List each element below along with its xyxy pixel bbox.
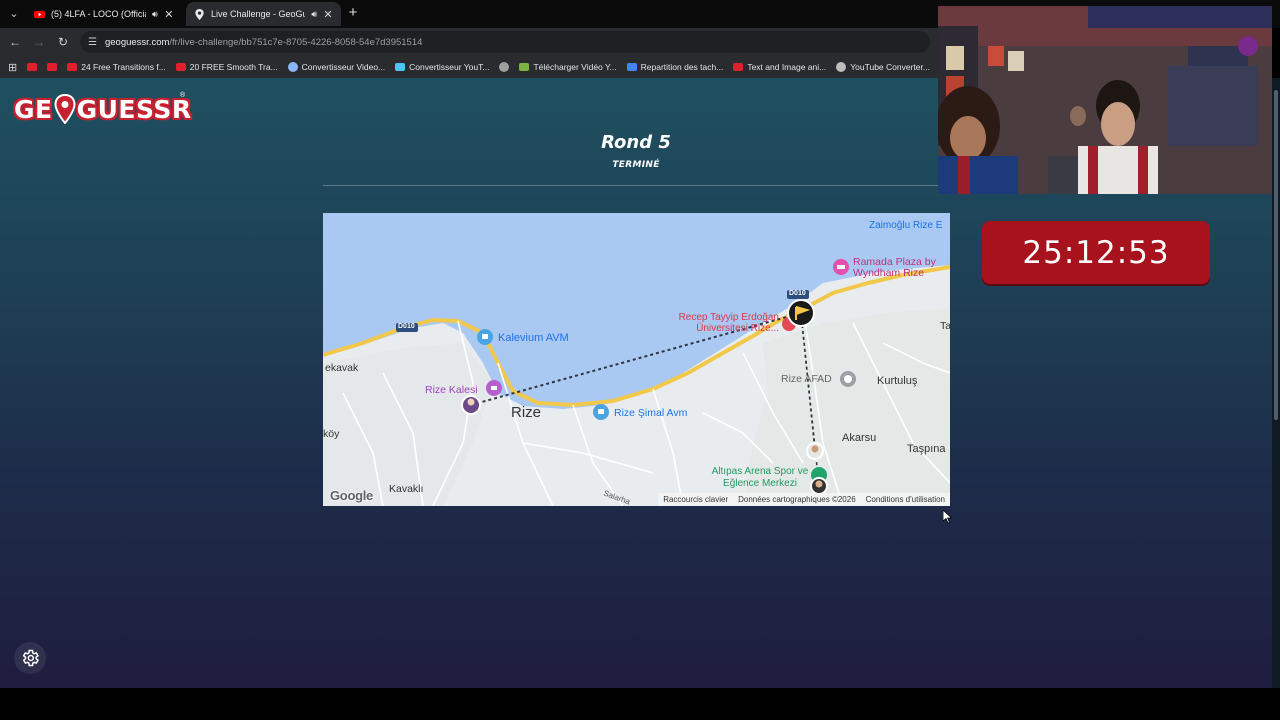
map-label: Taşpına: [907, 443, 946, 455]
taskbar-area: [0, 688, 1280, 720]
geoguessr-pin-icon: [195, 8, 204, 20]
divider: [323, 185, 950, 186]
bookmark-item[interactable]: [47, 63, 58, 71]
screen: ⌄ (5) 4LFA - LOCO (Official Vi 🔊︎ ✕ Live…: [0, 0, 1280, 720]
map-label: Rize Şimal Avm: [614, 407, 688, 419]
globe-icon: [499, 62, 510, 72]
scrollbar-thumb[interactable]: [1274, 90, 1278, 420]
bookmark-label: Convertisseur YouT...: [409, 62, 490, 72]
bookmark-label: Text and Image ani...: [747, 62, 827, 72]
terms-link[interactable]: Conditions d'utilisation: [866, 495, 945, 504]
url-path: /fr/live-challenge/bb751c7e-8705-4226-80…: [169, 36, 423, 48]
map-label: köy: [323, 428, 340, 440]
map-label: Rize Kalesi: [425, 384, 478, 396]
map-label: Altıpas Arena Spor ve Eğlence Merkezi: [711, 466, 809, 489]
bookmark-item[interactable]: Télécharger Vidéo Y...: [519, 62, 617, 72]
map-label: Recep Tayyip Erdoğan Üniversitesi Rize..…: [678, 312, 779, 334]
tab-youtube[interactable]: (5) 4LFA - LOCO (Official Vi 🔊︎ ✕: [26, 2, 182, 26]
bookmark-item[interactable]: Convertisseur YouT...: [395, 62, 489, 72]
converter-icon: [395, 63, 406, 71]
map-data-text: Données cartographiques ©2026: [738, 495, 856, 504]
map-label: ekavak: [325, 362, 359, 374]
url-field[interactable]: ☰ geoguessr.com/fr/live-challenge/bb751c…: [80, 31, 930, 53]
map-label: Ramada Plaza by Wyndham Rize: [853, 256, 936, 279]
bookmark-label: Télécharger Vidéo Y...: [533, 62, 617, 72]
new-tab-button[interactable]: +: [346, 5, 360, 21]
youtube-icon: [47, 63, 58, 71]
webcam-image: [938, 6, 1272, 194]
tab-search-chevron-icon[interactable]: ⌄: [6, 6, 22, 22]
logo-text: GE: [14, 94, 53, 124]
globe-icon: [836, 62, 847, 72]
bookmark-item[interactable]: Text and Image ani...: [733, 62, 826, 72]
city-label: Rize: [511, 404, 542, 421]
close-tab-icon[interactable]: ✕: [323, 8, 333, 21]
youtube-icon: [67, 63, 78, 71]
bookmark-label: Convertisseur Video...: [301, 62, 386, 72]
map-label: Kurtuluş: [877, 375, 918, 387]
bookmark-item[interactable]: Repartition des tach...: [626, 62, 724, 72]
youtube-icon: [27, 63, 38, 71]
countdown-timer: 25:12:53: [982, 221, 1210, 284]
google-logo: Google: [330, 488, 373, 503]
tab-title: (5) 4LFA - LOCO (Official Vi: [51, 9, 146, 19]
geoguessr-logo[interactable]: GE GUESSR ®: [14, 92, 192, 124]
bookmark-item[interactable]: [499, 62, 510, 72]
tab-title: Live Challenge - GeoGuessr: [211, 9, 306, 19]
bookmark-item[interactable]: 24 Free Transitions f...: [67, 62, 166, 72]
docs-icon: [626, 63, 637, 71]
round-title: Rond 5: [601, 132, 671, 153]
bookmark-item[interactable]: 20 FREE Smooth Tra...: [175, 62, 278, 72]
map-label: Ta: [940, 320, 950, 332]
bookmarks-bar: ⊞ 24 Free Transitions f... 20 FREE Smoot…: [0, 56, 938, 78]
map-label: Akarsu: [842, 432, 877, 444]
bookmark-label: YouTube Converter...: [850, 62, 930, 72]
url-text: geoguessr.com/fr/live-challenge/bb751c7e…: [105, 37, 422, 48]
address-bar-row: ← → ↻ ☰ geoguessr.com/fr/live-challenge/…: [0, 28, 938, 56]
youtube-icon: [733, 63, 744, 71]
webcam-overlay: [938, 6, 1272, 194]
bookmark-label: 20 FREE Smooth Tra...: [189, 62, 278, 72]
result-map[interactable]: Zaimoğlu Rize E Ramada Plaza by Wyndham …: [323, 213, 950, 506]
settings-button[interactable]: [14, 642, 46, 674]
mouse-cursor-icon: [943, 510, 953, 524]
download-icon: [519, 63, 530, 71]
road-label: D010: [789, 290, 806, 297]
round-status: TERMINÉ: [612, 160, 660, 170]
bookmark-label: 24 Free Transitions f...: [81, 62, 166, 72]
logo-pin-icon: [54, 94, 76, 124]
speaker-icon[interactable]: 🔊︎: [311, 9, 317, 20]
reload-icon[interactable]: ↻: [55, 34, 71, 50]
map-label: Rize AFAD: [781, 373, 832, 385]
bookmark-item[interactable]: Convertisseur Video...: [287, 62, 386, 72]
tab-geoguessr[interactable]: Live Challenge - GeoGuessr 🔊︎ ✕: [186, 2, 341, 26]
youtube-icon: [175, 63, 186, 71]
timer-value: 25:12:53: [1022, 234, 1170, 271]
road-label: D010: [398, 323, 415, 330]
site-info-icon[interactable]: ☰: [88, 37, 97, 48]
bookmark-item[interactable]: YouTube Converter...: [836, 62, 930, 72]
bookmark-item[interactable]: [27, 63, 38, 71]
map-attribution: Raccourcis clavier Données cartographiqu…: [658, 493, 950, 506]
registered-mark: ®: [180, 92, 186, 99]
forward-arrow-icon[interactable]: →: [31, 34, 47, 50]
google-icon: [287, 62, 298, 72]
map-label: Zaimoğlu Rize E: [869, 220, 943, 231]
gear-icon: [22, 649, 39, 667]
apps-grid-icon[interactable]: ⊞: [8, 61, 17, 74]
back-arrow-icon[interactable]: ←: [7, 34, 23, 50]
keyboard-shortcuts-link[interactable]: Raccourcis clavier: [663, 495, 728, 504]
url-domain: geoguessr.com: [104, 36, 170, 48]
youtube-icon: [34, 10, 45, 18]
close-tab-icon[interactable]: ✕: [164, 8, 174, 21]
map-label: Kalevium AVM: [498, 332, 569, 344]
map-label: Kavaklı: [389, 483, 424, 495]
logo-text: GUESSR: [76, 94, 192, 124]
bookmark-label: Repartition des tach...: [640, 62, 724, 72]
speaker-icon[interactable]: 🔊︎: [152, 9, 158, 20]
